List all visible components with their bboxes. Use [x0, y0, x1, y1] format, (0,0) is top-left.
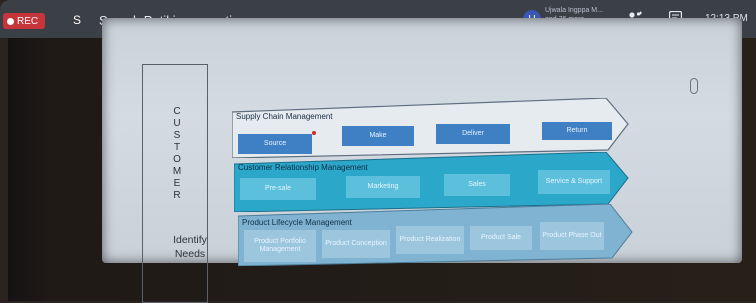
process-box-marketing: Marketing: [346, 176, 420, 198]
process-box-return: Return: [542, 122, 612, 140]
customer-letter: S: [173, 130, 181, 141]
participants-line-1: Ujwala Ingppa M...: [545, 7, 603, 14]
band-title: Supply Chain Management: [236, 112, 333, 121]
self-avatar[interactable]: S: [73, 13, 81, 27]
process-box-service-support: Service & Support: [538, 170, 610, 194]
process-box-sales: Sales: [444, 174, 510, 196]
record-dot-icon: [7, 17, 14, 25]
recording-badge: REC: [3, 13, 46, 29]
band-title: Product Lifecycle Management: [242, 218, 352, 227]
process-box-conception: Product Conception: [322, 230, 390, 258]
crm-band: Customer Relationship Management Pre-sal…: [234, 152, 630, 212]
identify-line-2: Needs: [174, 248, 206, 260]
customer-vertical-label: C U S T O M E R: [170, 106, 184, 202]
rec-label: REC: [17, 15, 39, 27]
customer-letter: E: [173, 178, 181, 189]
process-box-deliver: Deliver: [436, 124, 510, 144]
scroll-icon: [690, 78, 698, 94]
customer-letter: U: [173, 118, 181, 129]
process-box-realization: Product Realization: [396, 226, 464, 254]
identify-needs-label: Identify Needs: [160, 233, 220, 261]
process-box-pre-sale: Pre-sale: [240, 178, 316, 200]
process-box-source: Source: [238, 134, 312, 154]
process-box-make: Make: [342, 126, 414, 146]
identify-line-1: Identify: [173, 234, 207, 246]
process-box-product-sale: Product Sale: [470, 226, 532, 250]
pointer-dot: [312, 131, 316, 135]
customer-letter: M: [172, 166, 182, 177]
customer-letter: O: [173, 154, 181, 165]
band-title: Customer Relationship Management: [238, 163, 368, 172]
plm-band: Product Lifecycle Management Product Por…: [238, 204, 634, 266]
customer-letter: C: [173, 106, 181, 117]
process-box-phase-out: Product Phase Out: [540, 222, 604, 250]
customer-letter: T: [173, 142, 181, 153]
process-box-portfolio-management: Product Portfolio Management: [244, 230, 316, 262]
customer-letter: R: [173, 190, 181, 201]
supply-chain-band: Supply Chain Management Source Make Deli…: [232, 98, 630, 158]
